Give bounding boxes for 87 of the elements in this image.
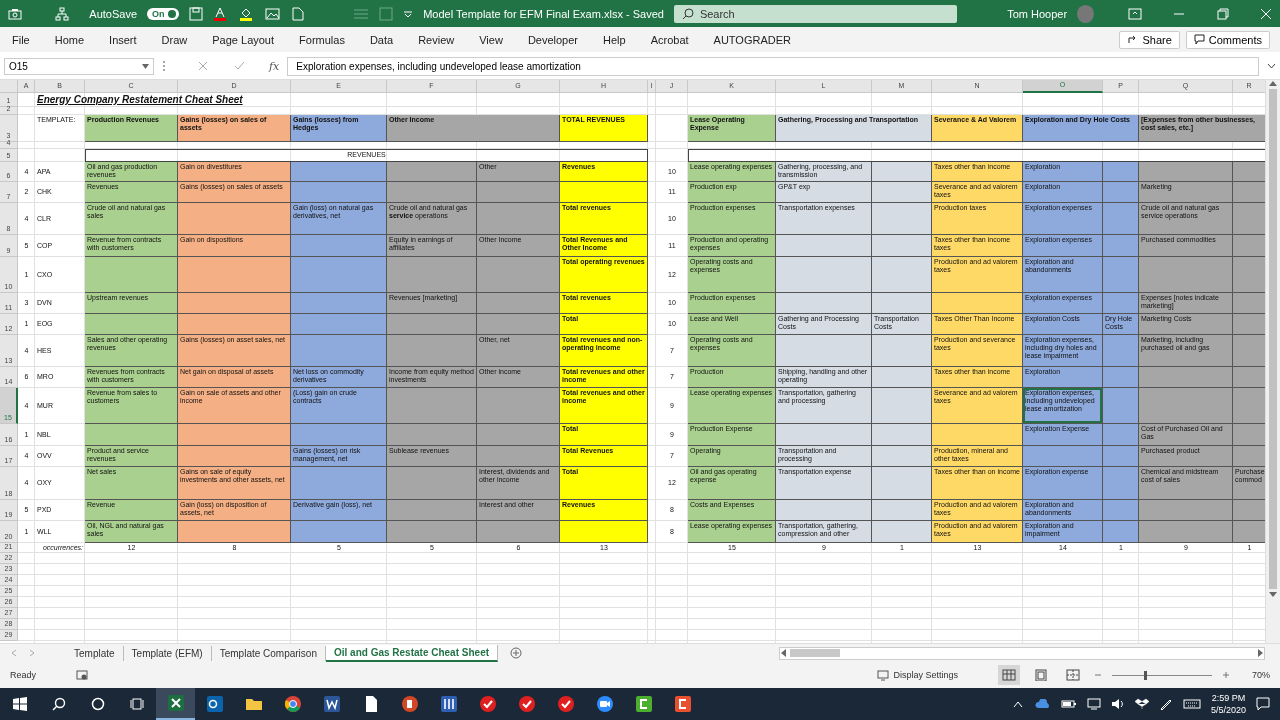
dropdown-icon[interactable] (403, 9, 414, 18)
zoom-in-icon[interactable] (1222, 671, 1230, 679)
sheet-title: Energy Company Restatement Cheat Sheet (36, 93, 244, 107)
tool-app-icon[interactable] (439, 695, 458, 713)
task-view-icon[interactable] (129, 697, 144, 711)
image-icon[interactable] (264, 6, 281, 21)
page-layout-icon (1034, 669, 1048, 681)
close-icon[interactable] (1260, 7, 1272, 20)
ribbon-tab[interactable]: Page Layout (212, 33, 287, 46)
ribbon-tab[interactable]: Insert (109, 33, 149, 46)
user-name: Tom Hooper (1007, 7, 1068, 20)
editor-app-icon[interactable] (673, 695, 692, 713)
view-button[interactable] (998, 665, 1020, 685)
scroll-left-icon[interactable] (780, 649, 786, 657)
ribbon-tab[interactable]: Acrobat (650, 33, 701, 46)
ribbon-tab[interactable]: Home (54, 33, 97, 46)
checkmark-app-icon[interactable] (556, 695, 575, 713)
mail-app-icon[interactable] (205, 695, 224, 713)
start-icon[interactable] (12, 697, 27, 711)
zoom-level[interactable]: 70% (1252, 670, 1270, 680)
ribbon-tab[interactable]: File (12, 33, 42, 46)
slides-app-icon[interactable] (400, 695, 419, 713)
comment-icon[interactable] (1193, 34, 1205, 45)
scroll-right-icon[interactable] (1258, 649, 1264, 657)
cloud-icon[interactable] (1034, 699, 1051, 709)
add-sheet-icon[interactable] (510, 647, 523, 659)
scroll-thumb[interactable] (790, 649, 840, 657)
insert-function-button[interactable]: fx (269, 59, 280, 73)
ribbon-tab[interactable]: Review (418, 33, 467, 46)
camera-icon[interactable] (8, 7, 22, 20)
scroll-down-icon[interactable] (1269, 592, 1277, 598)
name-box[interactable]: O15 (4, 57, 154, 75)
monitor-icon[interactable] (877, 669, 890, 681)
notification-icon[interactable] (1256, 697, 1270, 711)
spreadsheet-app-icon[interactable] (166, 694, 185, 712)
checkmark-app-icon[interactable] (517, 695, 536, 713)
recorder-app-icon[interactable] (634, 695, 653, 713)
clock-date[interactable]: 5/5/2020 (1210, 704, 1246, 716)
ribbon-tab[interactable]: Formulas (299, 33, 357, 46)
volume-icon[interactable] (1110, 698, 1125, 710)
sheet-tab[interactable]: Template (EFM) (123, 645, 212, 661)
assistant-circle-icon[interactable] (90, 697, 105, 711)
ribbon-display-icon[interactable] (1127, 7, 1142, 20)
normal-view-icon (1002, 669, 1016, 681)
status-text: Ready (10, 670, 36, 680)
font-color-icon[interactable] (212, 6, 229, 21)
battery-icon[interactable] (1060, 699, 1077, 709)
autosave-label: AutoSave (89, 7, 138, 20)
ribbon-tab[interactable]: Developer (527, 33, 590, 46)
window-title: Model Template for EFM Final Exam.xlsx - Saved (423, 7, 664, 20)
clock-time[interactable]: 2:59 PM (1210, 692, 1246, 704)
page-break-icon (1066, 669, 1080, 681)
display-settings-button[interactable]: Display Settings (877, 669, 958, 681)
keyboard-icon[interactable] (1182, 699, 1201, 709)
hierarchy-icon[interactable] (55, 6, 70, 21)
ribbon-tab[interactable]: Help (603, 33, 638, 46)
ribbon-tab[interactable]: Data (369, 33, 406, 46)
ribbon-tab[interactable]: Draw (161, 33, 200, 46)
fill-color-icon[interactable] (238, 6, 255, 21)
sheet-tab[interactable]: Template (66, 645, 124, 661)
search-icon[interactable] (51, 697, 66, 711)
sheet-tab[interactable]: Oil and Gas Restate Cheat Sheet (325, 644, 499, 662)
pen-icon[interactable] (1158, 697, 1173, 711)
share-button[interactable]: Share (1119, 30, 1180, 49)
autosave-toggle[interactable]: On (147, 7, 179, 20)
sheet-tab[interactable]: Template Comparison (211, 645, 326, 661)
box-stack-icon[interactable] (1134, 698, 1149, 710)
search-icon[interactable] (681, 7, 694, 20)
network-icon[interactable] (1086, 698, 1101, 710)
document-icon[interactable] (290, 6, 305, 21)
document-app-icon[interactable] (322, 695, 341, 713)
expand-icon[interactable] (1267, 63, 1276, 69)
caret-icon[interactable] (142, 63, 149, 69)
macro-record-icon[interactable] (76, 669, 88, 681)
search-field[interactable]: Search (673, 4, 958, 23)
ribbon-tab[interactable]: AUTOGRADER (713, 33, 803, 46)
zoom-thumb[interactable] (1144, 670, 1147, 680)
browser-icon[interactable] (283, 695, 302, 713)
checkmark-app-icon[interactable] (478, 695, 497, 713)
scroll-thumb[interactable] (1269, 89, 1277, 589)
ribbon-tab[interactable]: View (479, 33, 515, 46)
formula-field[interactable]: Exploration expenses, including undeveloped lease amortization (287, 56, 1259, 76)
save-icon[interactable] (188, 6, 203, 21)
comments-button[interactable]: Comments (1185, 30, 1270, 49)
restore-icon[interactable] (1216, 7, 1229, 20)
video-camera-icon[interactable] (595, 695, 614, 713)
tray-caret-icon[interactable] (1012, 700, 1023, 708)
